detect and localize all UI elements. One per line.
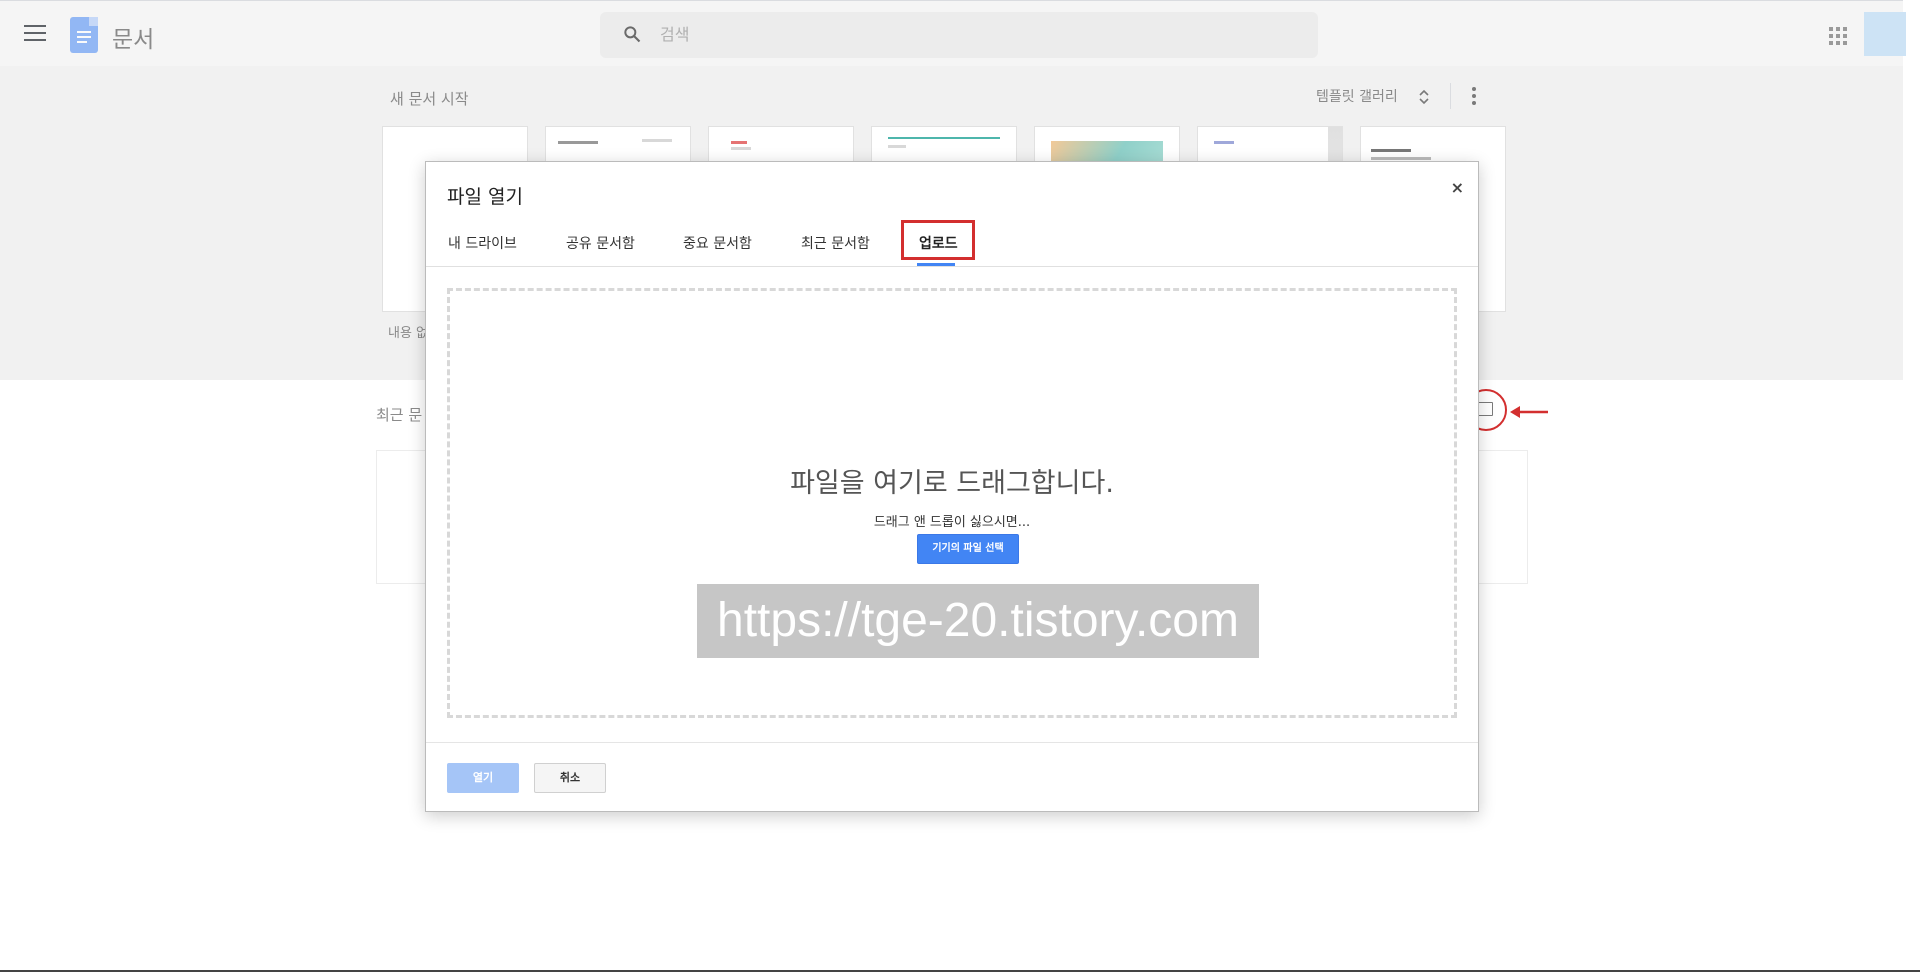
- tab-recent[interactable]: 최근 문서함: [801, 233, 870, 253]
- active-tab-indicator: [917, 263, 955, 266]
- search-icon[interactable]: [622, 24, 642, 44]
- drop-zone-title: 파일을 여기로 드래그합니다.: [790, 468, 1114, 499]
- footer-divider: [426, 742, 1478, 743]
- watermark-text: https://tge-20.tistory.com: [697, 584, 1259, 658]
- dialog-title: 파일 열기: [447, 186, 523, 208]
- docs-logo-icon[interactable]: [70, 17, 98, 53]
- tab-starred[interactable]: 중요 문서함: [683, 233, 752, 253]
- new-document-heading: 새 문서 시작: [390, 90, 469, 108]
- drop-zone-subtitle: 드래그 앤 드롭이 싫으시면...: [873, 515, 1031, 530]
- more-options-icon[interactable]: [1472, 87, 1476, 108]
- select-file-button[interactable]: 기기의 파일 선택: [917, 534, 1019, 564]
- file-drop-zone[interactable]: 파일을 여기로 드래그합니다. 드래그 앤 드롭이 싫으시면... 기기의 파일…: [447, 288, 1457, 718]
- recent-documents-heading: 최근 문: [376, 406, 423, 424]
- open-button[interactable]: 열기: [447, 763, 519, 793]
- account-avatar[interactable]: [1864, 12, 1906, 56]
- unfold-icon[interactable]: [1418, 88, 1430, 106]
- close-icon[interactable]: ×: [1451, 178, 1464, 197]
- main-menu-icon[interactable]: [24, 25, 46, 43]
- cancel-button[interactable]: 취소: [534, 763, 606, 793]
- tab-my-drive[interactable]: 내 드라이브: [448, 233, 517, 253]
- top-bar: 문서: [0, 0, 1906, 67]
- template-gallery-button[interactable]: 템플릿 갤러리: [1316, 86, 1398, 106]
- search-input[interactable]: [658, 24, 1262, 45]
- app-title[interactable]: 문서: [112, 20, 154, 54]
- apps-grid-icon[interactable]: [1829, 27, 1847, 45]
- upload-tab-highlight: [901, 220, 975, 260]
- search-bar[interactable]: [600, 12, 1318, 58]
- file-open-dialog: 파일 열기 × 내 드라이브 공유 문서함 중요 문서함 최근 문서함 업로드 …: [425, 161, 1479, 812]
- blank-template-label: 내용 없: [388, 326, 429, 341]
- divider: [1450, 83, 1451, 109]
- tab-shared[interactable]: 공유 문서함: [566, 233, 635, 253]
- annotation-arrow-icon: [1510, 406, 1548, 418]
